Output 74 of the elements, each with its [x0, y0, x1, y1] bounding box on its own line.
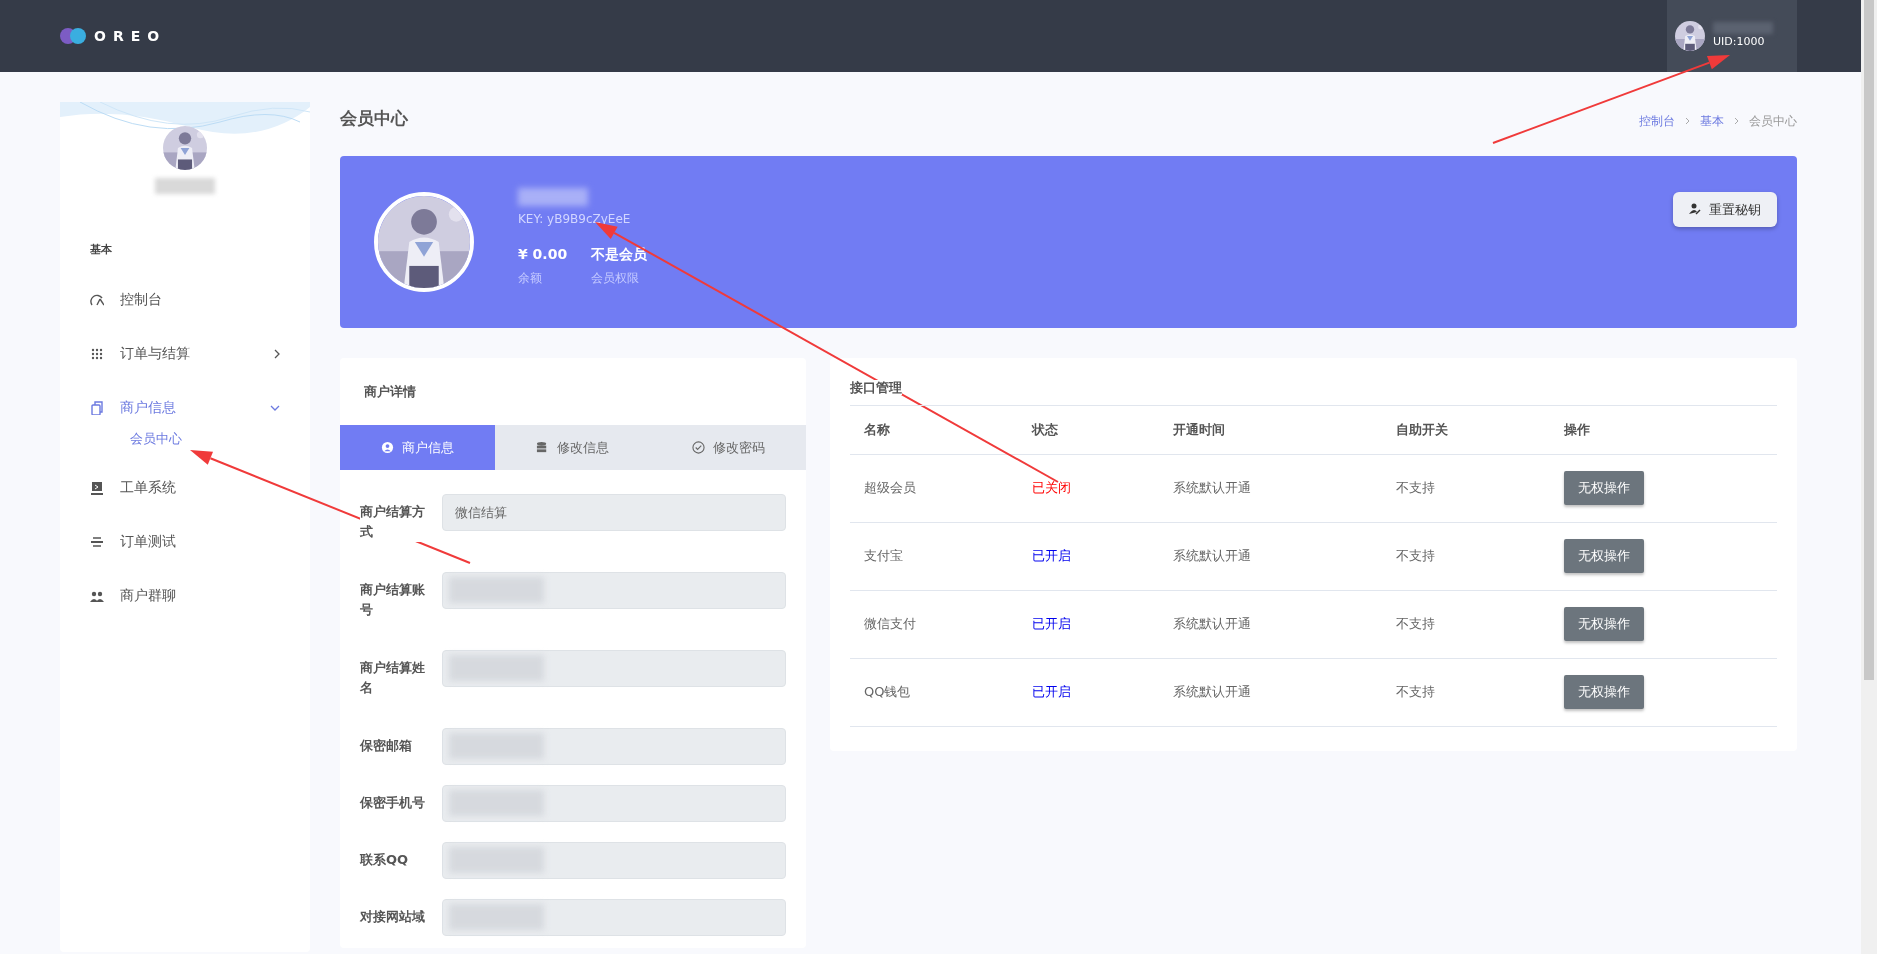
column-header: 操作 — [1549, 406, 1777, 454]
redaction-blur — [518, 187, 588, 206]
chevron-down-icon — [270, 404, 280, 411]
chevron-right-icon — [1685, 116, 1690, 125]
breadcrumb-link[interactable]: 控制台 — [1639, 111, 1675, 130]
table-cell: 系统默认开通 — [1159, 454, 1382, 522]
scrollbar[interactable] — [1861, 0, 1877, 954]
breadcrumb-link[interactable]: 基本 — [1700, 111, 1724, 130]
scrollbar-thumb[interactable] — [1864, 0, 1874, 680]
user-id: UID:1000 — [1713, 33, 1766, 50]
panel-title: 接口管理 — [850, 379, 902, 395]
breadcrumb-current: 会员中心 — [1749, 112, 1797, 130]
chevron-right-icon — [1734, 116, 1739, 125]
input-field[interactable] — [442, 785, 786, 822]
logo-text: OREO — [94, 26, 167, 46]
stat-value: 不是会员 — [591, 244, 648, 264]
table-cell: 不支持 — [1381, 522, 1550, 590]
grid-icon — [90, 346, 104, 361]
section-heading: 基本 — [89, 242, 113, 258]
user-edit-icon — [1689, 203, 1701, 216]
column-header: 状态 — [1018, 406, 1159, 454]
redaction-blur — [155, 178, 215, 194]
table-cell: 系统默认开通 — [1159, 590, 1382, 658]
input-field[interactable] — [442, 728, 786, 765]
status-text: 已开启 — [1018, 658, 1159, 726]
column-header: 开通时间 — [1159, 406, 1382, 454]
table-cell: 系统默认开通 — [1159, 522, 1382, 590]
table-cell: 系统默认开通 — [1159, 658, 1382, 726]
documents-icon — [90, 400, 104, 415]
table-cell: 支付宝 — [850, 522, 1019, 590]
tab[interactable]: 商户信息 — [340, 425, 496, 470]
no-permission-button[interactable]: 无权操作 — [1563, 471, 1644, 505]
reset-key-button[interactable]: 重置秘钥 — [1673, 191, 1777, 227]
status-text: 已开启 — [1018, 522, 1159, 590]
table-cell: 不支持 — [1381, 454, 1550, 522]
check-circle-icon — [691, 441, 705, 454]
user-circle-icon — [381, 441, 395, 454]
api-key: KEY: yB9B9cZyEeE — [518, 209, 648, 228]
page-title: 会员中心 — [340, 107, 408, 130]
stat-label: 余额 — [518, 269, 543, 287]
stat-value: ¥ 0.00 — [518, 244, 568, 264]
gauge-icon — [90, 292, 104, 307]
sidebar-subitem[interactable]: 会员中心 — [60, 420, 310, 457]
sidebar-item[interactable]: 订单测试 — [60, 514, 310, 569]
column-header: 自助开关 — [1381, 406, 1550, 454]
input-field[interactable] — [442, 842, 786, 879]
sidebar-item[interactable]: 商户群聊 — [60, 568, 310, 623]
logo-icon — [60, 28, 86, 44]
sidebar-item[interactable]: 订单与结算 — [60, 326, 310, 381]
status-text: 已关闭 — [1018, 454, 1159, 522]
table-cell: QQ钱包 — [850, 658, 1019, 726]
table-cell: 不支持 — [1381, 658, 1550, 726]
panel-title: 商户详情 — [363, 382, 417, 401]
sidebar-item[interactable]: 控制台 — [60, 272, 310, 327]
no-permission-button[interactable]: 无权操作 — [1563, 539, 1644, 573]
table-cell: 微信支付 — [850, 590, 1019, 658]
input-field[interactable] — [442, 650, 786, 687]
stat-label: 会员权限 — [591, 269, 641, 287]
tab[interactable]: 修改密码 — [650, 425, 806, 470]
input-field[interactable] — [442, 899, 786, 936]
column-header: 名称 — [850, 406, 1019, 454]
table-cell: 不支持 — [1381, 590, 1550, 658]
user-menu[interactable]: UID:1000 — [1667, 0, 1797, 72]
tab[interactable]: 修改信息 — [495, 425, 651, 470]
no-permission-button[interactable]: 无权操作 — [1563, 607, 1644, 641]
sidebar-item[interactable]: 工单系统 — [60, 460, 310, 515]
status-text: 已开启 — [1018, 590, 1159, 658]
monitor-icon — [90, 480, 104, 495]
no-permission-button[interactable]: 无权操作 — [1563, 675, 1644, 709]
input-field[interactable]: 微信结算 — [442, 494, 786, 531]
input-field[interactable] — [442, 572, 786, 609]
chevron-right-icon — [274, 348, 280, 359]
table-cell: 超级会员 — [850, 454, 1019, 522]
redaction-blur — [1713, 21, 1773, 34]
